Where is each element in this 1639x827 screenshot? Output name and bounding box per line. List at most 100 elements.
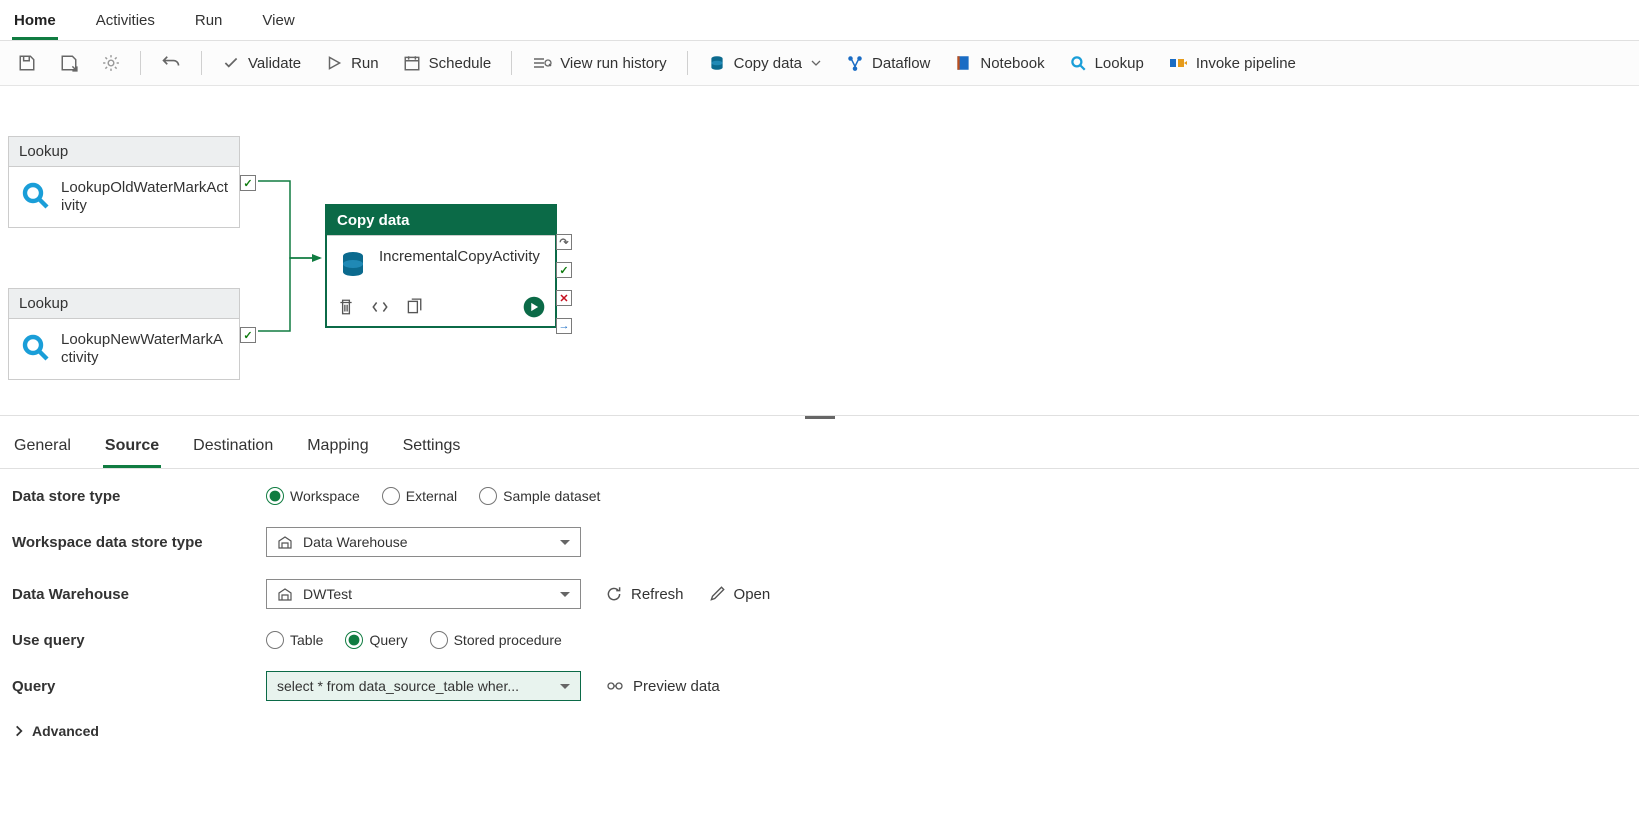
validate-label: Validate [248,55,301,72]
data-warehouse-select[interactable]: DWTest [266,579,581,609]
dataflow-icon [846,54,864,72]
settings-button[interactable] [94,48,128,78]
dataflow-button[interactable]: Dataflow [838,48,938,78]
lookup-label: Lookup [1095,55,1144,72]
data-warehouse-value: DWTest [303,586,352,602]
radio-sample[interactable]: Sample dataset [479,487,600,505]
tab-view[interactable]: View [260,4,296,40]
data-warehouse-label: Data Warehouse [12,586,266,603]
advanced-toggle[interactable]: Advanced [12,723,99,739]
search-icon [19,331,51,363]
node-name: LookupOldWaterMarkActivity [61,179,229,215]
view-history-button[interactable]: View run history [524,48,674,78]
save-button[interactable] [10,48,44,78]
radio-workspace[interactable]: Workspace [266,487,360,505]
node-lookup-new[interactable]: Lookup LookupNewWaterMarkActivity ✓ [8,288,240,380]
radio-sp[interactable]: Stored procedure [430,631,562,649]
search-icon [19,179,51,211]
undo-button[interactable] [153,47,189,79]
separator [511,51,512,75]
code-icon[interactable] [371,298,389,316]
search-icon [1069,54,1087,72]
copydata-label: Copy data [734,55,802,72]
workspace-dst-select[interactable]: Data Warehouse [266,527,581,557]
node-copy-data[interactable]: Copy data IncrementalCopyActivity ↷ ✓ ✕ … [325,204,557,328]
database-icon [337,248,369,280]
database-icon [708,54,726,72]
warehouse-icon [277,586,293,602]
save-icon [18,54,36,72]
validate-button[interactable]: Validate [214,48,309,78]
radio-external[interactable]: External [382,487,457,505]
top-tabs: Home Activities Run View [0,0,1639,41]
copy-data-button[interactable]: Copy data [700,48,830,78]
property-tabs: General Source Destination Mapping Setti… [0,419,1639,469]
query-value: select * from data_source_table wher... [277,678,519,694]
separator [201,51,202,75]
run-button[interactable]: Run [317,48,387,78]
warehouse-icon [277,534,293,550]
failure-port[interactable]: ✕ [556,290,572,306]
node-type: Copy data [327,206,555,236]
radio-query[interactable]: Query [345,631,407,649]
separator [687,51,688,75]
separator [140,51,141,75]
invoke-pipeline-button[interactable]: Invoke pipeline [1160,48,1304,78]
node-lookup-old[interactable]: Lookup LookupOldWaterMarkActivity ✓ [8,136,240,228]
workspace-dst-label: Workspace data store type [12,534,266,551]
tab-destination[interactable]: Destination [191,433,275,468]
radio-table[interactable]: Table [266,631,323,649]
node-type: Lookup [9,137,239,167]
dataflow-label: Dataflow [872,55,930,72]
undo-icon [161,53,181,73]
success-port[interactable]: ✓ [240,327,256,343]
use-query-group: Table Query Stored procedure [266,631,562,649]
pipeline-canvas[interactable]: Lookup LookupOldWaterMarkActivity ✓ Look… [0,86,1639,416]
tab-source[interactable]: Source [103,433,161,468]
success-port[interactable]: ✓ [556,262,572,278]
tab-run[interactable]: Run [193,4,225,40]
completion-port[interactable]: → [556,318,572,334]
success-port[interactable]: ✓ [240,175,256,191]
skip-port[interactable]: ↷ [556,234,572,250]
tab-mapping[interactable]: Mapping [305,433,370,468]
query-input[interactable]: select * from data_source_table wher... [266,671,581,701]
save-as-button[interactable] [52,48,86,78]
run-label: Run [351,55,379,72]
open-button[interactable]: Open [708,585,771,603]
tab-general[interactable]: General [12,433,73,468]
check-icon [222,54,240,72]
save-as-icon [60,54,78,72]
chevron-right-icon [12,724,26,738]
query-label: Query [12,678,266,695]
schedule-button[interactable]: Schedule [395,48,500,78]
calendar-icon [403,54,421,72]
workspace-dst-value: Data Warehouse [303,534,408,550]
schedule-label: Schedule [429,55,492,72]
play-icon [325,54,343,72]
history-icon [532,54,552,72]
delete-icon[interactable] [337,298,355,316]
pipeline-icon [1168,54,1188,72]
chevron-down-icon [810,57,822,69]
source-form: Data store type Workspace External Sampl… [0,469,1639,779]
pencil-icon [708,585,726,603]
use-query-label: Use query [12,632,266,649]
run-icon[interactable] [523,296,545,318]
data-store-type-label: Data store type [12,488,266,505]
toolbar: Validate Run Schedule View run history C… [0,41,1639,86]
preview-data-button[interactable]: Preview data [605,678,720,695]
refresh-button[interactable]: Refresh [605,585,684,603]
refresh-icon [605,585,623,603]
tab-activities[interactable]: Activities [94,4,157,40]
lookup-button[interactable]: Lookup [1061,48,1152,78]
history-label: View run history [560,55,666,72]
node-type: Lookup [9,289,239,319]
node-name: IncrementalCopyActivity [379,248,540,266]
node-name: LookupNewWaterMarkActivity [61,331,229,367]
notebook-icon [954,54,972,72]
notebook-button[interactable]: Notebook [946,48,1052,78]
tab-home[interactable]: Home [12,4,58,40]
tab-settings[interactable]: Settings [401,433,463,468]
copy-icon[interactable] [405,298,423,316]
